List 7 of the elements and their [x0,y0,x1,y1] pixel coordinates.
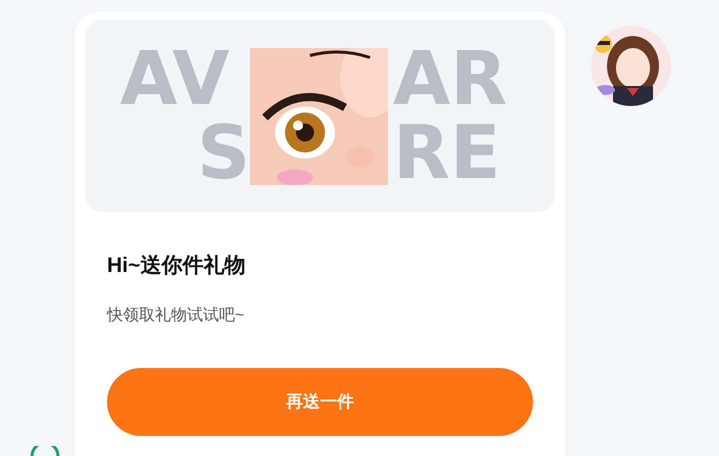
send-again-button[interactable]: 再送一件 [107,368,533,436]
title: Hi~送你件礼物 [107,253,246,279]
banner-text: RE [393,116,501,190]
banner-text: AR [393,42,508,116]
banner-text: AV [120,42,231,116]
banner-text: S [197,116,250,190]
subtitle: 快领取礼物试试吧~ [107,306,246,326]
